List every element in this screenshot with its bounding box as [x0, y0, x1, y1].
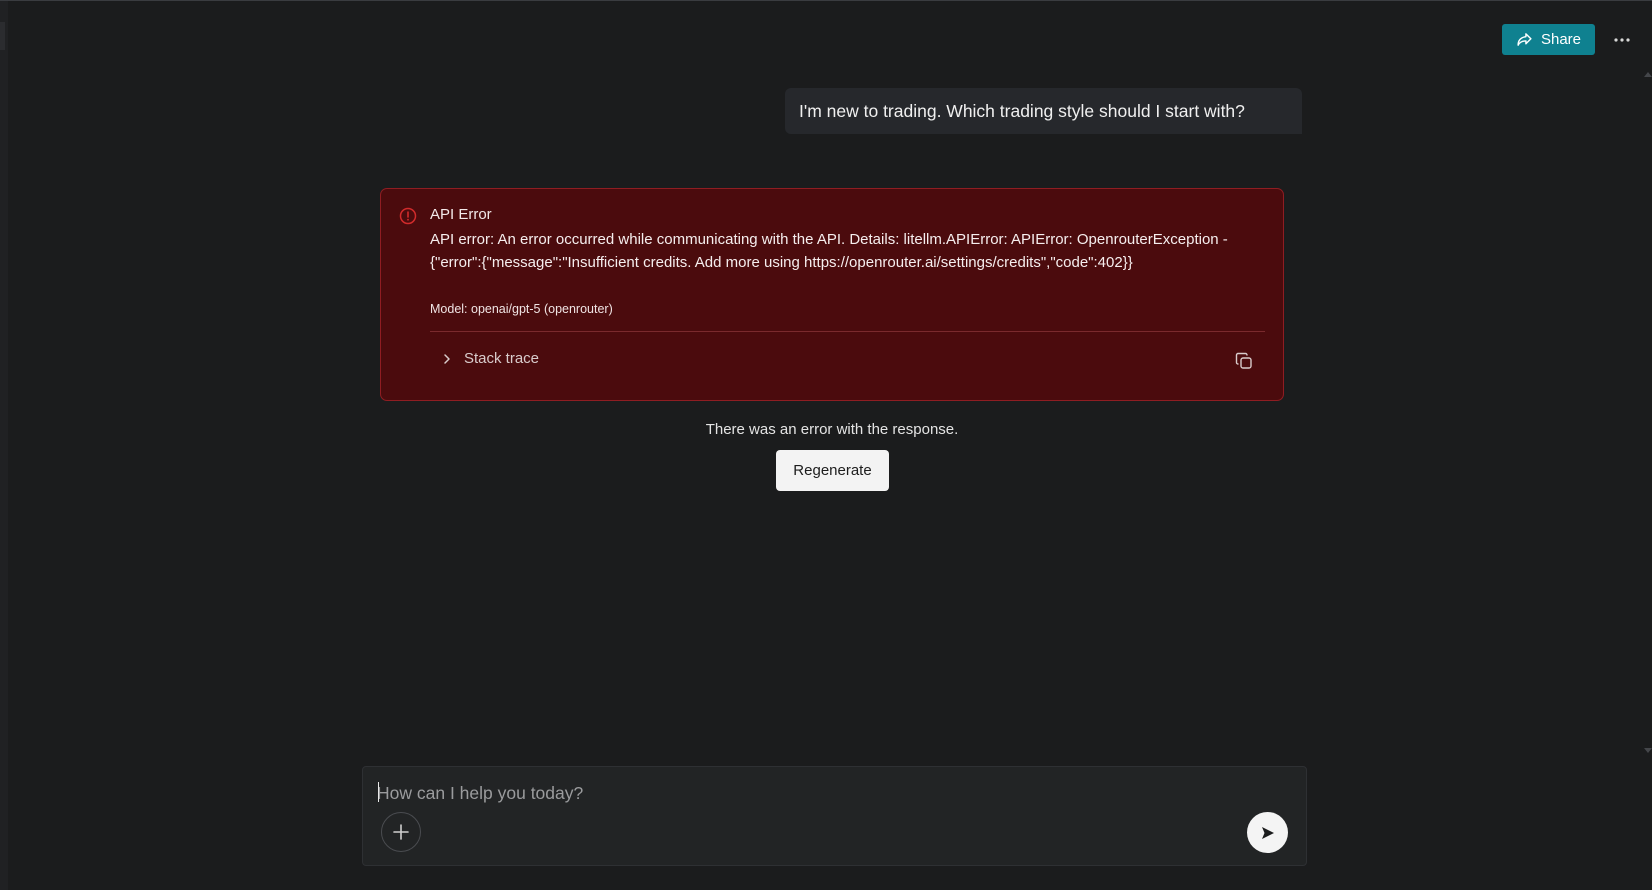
- message-input[interactable]: [377, 779, 1197, 807]
- more-options-button[interactable]: [1610, 28, 1634, 52]
- top-border: [0, 0, 1652, 1]
- text-cursor: [378, 782, 379, 802]
- user-message-bubble: I'm new to trading. Which trading style …: [785, 88, 1302, 134]
- share-arrow-icon: [1517, 33, 1532, 46]
- error-divider: [430, 331, 1265, 332]
- chevron-right-icon: [444, 353, 450, 364]
- plus-icon: [393, 824, 409, 840]
- attach-button[interactable]: [381, 812, 421, 852]
- error-model-info: Model: openai/gpt-5 (openrouter): [430, 302, 613, 316]
- share-button-label: Share: [1540, 31, 1582, 48]
- scroll-down-arrow[interactable]: [1644, 748, 1652, 753]
- api-error-card: API Error API error: An error occurred w…: [380, 188, 1284, 401]
- regenerate-button[interactable]: Regenerate: [776, 450, 889, 491]
- message-composer: [362, 766, 1307, 866]
- stack-trace-label: Stack trace: [464, 350, 540, 367]
- error-details: API error: An error occurred while commu…: [430, 231, 1228, 271]
- stack-trace-toggle[interactable]: Stack trace: [442, 350, 539, 367]
- response-error-message: There was an error with the response.: [705, 421, 959, 438]
- scroll-up-arrow[interactable]: [1644, 72, 1652, 77]
- share-button[interactable]: Share: [1502, 24, 1595, 55]
- chat-app: Share I'm new to trading. Which trading …: [0, 0, 1652, 890]
- send-arrow-icon: [1261, 826, 1274, 839]
- sidebar-rail: [0, 1, 8, 890]
- copy-icon[interactable]: [1234, 351, 1254, 371]
- sidebar-rail-handle[interactable]: [0, 22, 5, 50]
- error-title: API Error: [430, 206, 492, 223]
- send-button[interactable]: [1247, 812, 1288, 853]
- more-horizontal-icon: [1614, 38, 1630, 42]
- alert-circle-icon: [399, 207, 417, 225]
- user-message-text: I'm new to trading. Which trading style …: [799, 100, 1245, 121]
